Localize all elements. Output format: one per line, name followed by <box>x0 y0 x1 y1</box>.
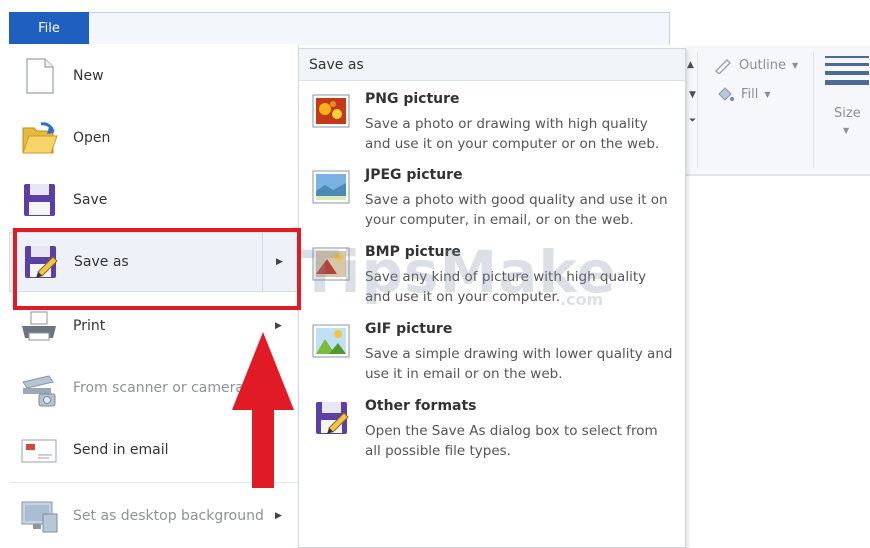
new-document-icon <box>26 58 54 94</box>
ribbon-separator <box>813 52 814 168</box>
menu-label: Set as desktop background <box>73 508 264 524</box>
menu-label: Print <box>73 318 106 334</box>
size-lines-icon[interactable] <box>825 56 869 90</box>
save-as-bmp[interactable]: BMP picture Save any kind of picture wit… <box>299 244 685 320</box>
menu-item-open[interactable]: Open <box>9 108 298 168</box>
menu-item-desktop-background[interactable]: Set as desktop background ▶ <box>9 486 298 546</box>
format-description: Save a photo or drawing with high qualit… <box>365 116 660 152</box>
menu-label: Send in email <box>73 442 169 458</box>
format-title: Other formats <box>365 398 477 414</box>
watermark-suffix: .com <box>560 290 604 309</box>
bmp-picture-icon <box>312 247 350 281</box>
fill-label: Fill <box>741 86 759 102</box>
other-formats-icon <box>316 402 349 434</box>
save-as-gif[interactable]: GIF picture Save a simple drawing with l… <box>299 321 685 397</box>
scroll-up-icon[interactable]: ▲ <box>687 60 694 70</box>
format-title: BMP picture <box>365 244 461 260</box>
save-as-submenu: Save as PNG picture Save a photo or draw… <box>298 48 686 548</box>
save-as-other-formats[interactable]: Other formats Open the Save As dialog bo… <box>299 398 685 474</box>
save-floppy-icon <box>24 184 55 216</box>
menu-item-new[interactable]: New <box>9 46 298 106</box>
open-folder-icon <box>22 122 58 154</box>
dropdown-arrow-icon: ▼ <box>843 126 850 135</box>
ribbon-separator <box>697 52 698 168</box>
save-as-jpeg[interactable]: JPEG picture Save a photo with good qual… <box>299 167 685 243</box>
outline-button[interactable]: Outline ▼ <box>713 56 798 74</box>
format-description: Save any kind of picture with high quali… <box>365 269 647 305</box>
dropdown-arrow-icon: ▼ <box>792 60 799 70</box>
save-as-png[interactable]: PNG picture Save a photo or drawing with… <box>299 91 685 167</box>
size-label[interactable]: Size <box>834 106 861 121</box>
scroll-down-icon[interactable]: ▼ <box>689 90 696 100</box>
fill-button[interactable]: Fill ▼ <box>715 84 771 104</box>
file-tab[interactable]: File <box>9 12 89 44</box>
email-icon <box>21 439 57 463</box>
format-title: GIF picture <box>365 321 453 337</box>
menu-label: Save <box>73 192 108 208</box>
title-bar <box>9 12 670 45</box>
menu-item-save[interactable]: Save <box>9 170 298 230</box>
desktop-icon <box>21 501 58 533</box>
format-title: JPEG picture <box>365 167 463 183</box>
ribbon: ▲ ▼ ⏷ Outline ▼ Fill ▼ Size ▼ <box>685 46 870 176</box>
printer-icon <box>22 311 56 341</box>
jpeg-picture-icon <box>312 170 350 204</box>
menu-label: Open <box>73 130 111 146</box>
menu-label: From scanner or camera <box>73 380 244 396</box>
outline-pen-icon <box>715 59 731 74</box>
gif-picture-icon <box>312 324 350 358</box>
png-picture-icon <box>312 94 350 128</box>
highlight-box <box>13 228 301 310</box>
menu-label: New <box>73 68 104 84</box>
dropdown-arrow-icon: ▼ <box>764 89 771 99</box>
format-title: PNG picture <box>365 91 460 107</box>
format-description: Save a photo with good quality and use i… <box>365 192 668 228</box>
chevron-right-icon: ▶ <box>275 511 282 521</box>
expand-icon[interactable]: ⏷ <box>689 116 696 126</box>
format-description: Save a simple drawing with lower quality… <box>365 346 673 382</box>
fill-bucket-icon <box>718 87 734 101</box>
outline-label: Outline <box>739 57 787 73</box>
scanner-icon <box>22 375 56 407</box>
submenu-header: Save as <box>299 49 685 81</box>
red-arrow-icon <box>232 332 294 488</box>
format-description: Open the Save As dialog box to select fr… <box>365 423 658 459</box>
